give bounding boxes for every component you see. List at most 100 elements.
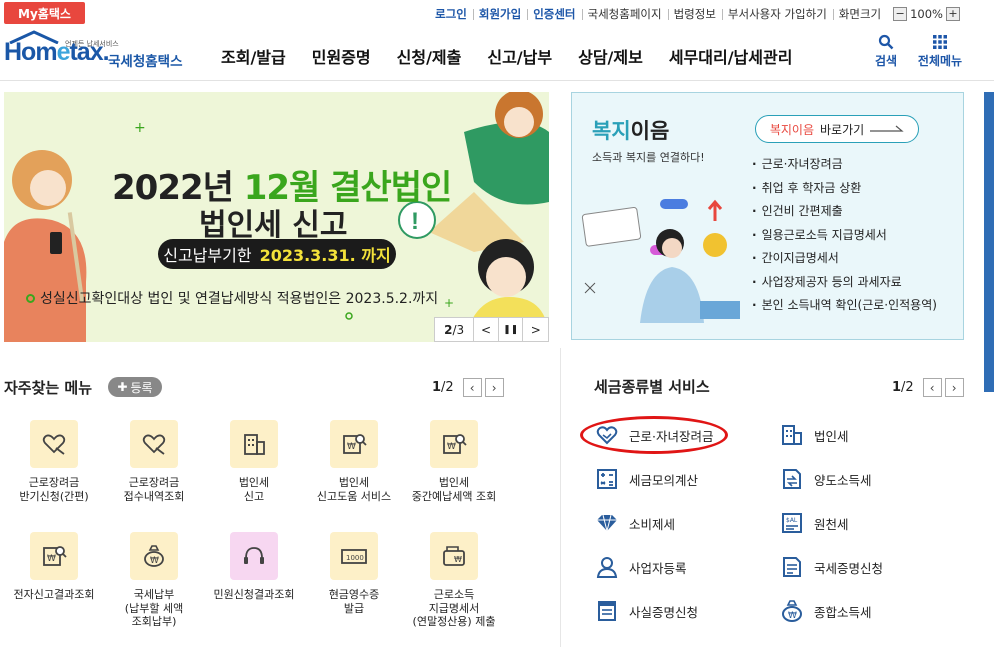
welfare-item[interactable]: 취업 후 학자금 상환 [752, 177, 937, 201]
favorite-item[interactable]: ₩ 국세납부 (납부할 세액 조회납부) [104, 532, 204, 629]
law-info-link[interactable]: 법령정보 [667, 6, 722, 22]
svg-text:₩: ₩ [447, 442, 456, 452]
welfare-subtitle: 소득과 복지를 연결하다! [592, 151, 705, 164]
header-divider [0, 80, 994, 81]
logo-korean-name: 국세청홈택스 [108, 54, 183, 70]
svg-text:1000: 1000 [346, 554, 364, 562]
search-icon [878, 34, 894, 50]
nav-consult-report[interactable]: 상담/제보 [565, 44, 656, 68]
banner-prev-button[interactable]: < [474, 318, 499, 341]
dept-user-signup-link[interactable]: 부서사용자 가입하기 [721, 6, 833, 22]
screen-size-label: 화면크기 [832, 6, 887, 22]
welfare-title: 복지이음 [592, 119, 670, 143]
welfare-item[interactable]: 인건비 간편제출 [752, 200, 937, 224]
search-button[interactable]: 검색 [869, 34, 903, 69]
certificate-center-link[interactable]: 인증센터 [527, 6, 581, 22]
favorite-item[interactable]: 1000 현금영수증 발급 [304, 532, 404, 615]
welfare-shortcut-button[interactable]: 복지이음 바로가기 [755, 115, 919, 143]
favorites-prev-button[interactable]: ‹ [462, 378, 482, 397]
login-link[interactable]: 로그인 [429, 6, 473, 22]
favorites-pager: 1/2 ‹ › [432, 378, 504, 397]
hometax-logo[interactable]: 언제든 납세서비스 Hometax. 국세청홈택스 [4, 30, 189, 75]
my-hometax-button[interactable]: My홈택스 [4, 2, 85, 24]
svg-text:+: + [444, 296, 454, 310]
tax-service-item[interactable]: 사업자등록 [595, 555, 687, 579]
banner-deadline-pill: 신고납부기한 2023.3.31. 까지 [158, 239, 396, 269]
receipt-icon: $AL [780, 511, 804, 535]
favorite-item[interactable]: 근로장려금 접수내역조회 [104, 420, 204, 503]
banner-note: 성실신고확인대상 법인 및 연결납세방식 적용법인은 2023.5.2.까지 [26, 288, 438, 308]
banner-page-indicator: 2/3 [435, 318, 475, 341]
svg-text:₩: ₩ [454, 555, 462, 564]
nav-application-submit[interactable]: 신청/제출 [384, 44, 475, 68]
welfare-item[interactable]: 근로·자녀장려금 [752, 153, 937, 177]
welfare-item[interactable]: 간이지급명세서 [752, 247, 937, 271]
tax-services-pager: 1/2 ‹ › [892, 378, 964, 397]
document-search-icon: ₩ [330, 420, 378, 468]
svg-text:!: ! [411, 208, 419, 235]
nav-report-payment[interactable]: 신고/납부 [474, 44, 565, 68]
tax-service-item[interactable]: 양도소득세 [780, 467, 872, 491]
favorites-title: 자주찾는 메뉴 [4, 379, 93, 397]
favorite-item[interactable]: ₩ 법인세 중간예납세액 조회 [404, 420, 504, 503]
zoom-out-button[interactable]: − [893, 7, 908, 21]
tax-service-item[interactable]: ₩ 종합소득세 [780, 599, 872, 623]
signup-link[interactable]: 회원가입 [472, 6, 527, 22]
building-icon [780, 423, 804, 447]
logo-wordmark: Hometax. [4, 38, 110, 66]
zoom-in-button[interactable]: + [946, 7, 960, 21]
tax-service-item[interactable]: $AL 원천세 [780, 511, 849, 535]
grid-menu-icon [933, 35, 947, 49]
document-search-icon: ₩ [430, 420, 478, 468]
wallet-icon: ₩ [430, 532, 478, 580]
all-menu-button[interactable]: 전체메뉴 [912, 34, 968, 69]
favorite-item[interactable]: ₩ 전자신고결과조회 [4, 532, 104, 602]
arrow-right-icon [870, 125, 904, 132]
nav-tax-agent[interactable]: 세무대리/납세관리 [656, 44, 806, 68]
section-divider [560, 348, 561, 647]
banner-pause-button[interactable]: ❚❚ [499, 318, 524, 341]
plus-icon: ✚ [117, 380, 128, 394]
main-banner[interactable]: ! + + 2022년 12월 결산법인 법인세 신고 신고납부기한 2023.… [4, 92, 549, 342]
nts-homepage-link[interactable]: 국세청홈페이지 [581, 6, 668, 22]
utility-bar: 로그인 회원가입 인증센터 국세청홈페이지 법령정보 부서사용자 가입하기 화면… [429, 4, 960, 24]
tax-service-item[interactable]: 법인세 [780, 423, 849, 447]
tax-service-item[interactable]: 세금모의계산 [595, 467, 698, 491]
svg-text:₩: ₩ [150, 556, 159, 566]
welfare-item[interactable]: 사업장제공자 등의 과세자료 [752, 271, 937, 295]
favorite-item[interactable]: ₩ 법인세 신고도움 서비스 [304, 420, 404, 503]
welfare-item[interactable]: 일용근로소득 지급명세서 [752, 224, 937, 248]
svg-text:₩: ₩ [47, 554, 56, 564]
welfare-link-panel: 복지이음 소득과 복지를 연결하다! 복지이음바로가기 근로·자녀장려금 취업 … [571, 92, 964, 340]
money-bag-icon: ₩ [130, 532, 178, 580]
svg-text:₩: ₩ [788, 611, 797, 621]
tax-services-page-indicator: 1/2 [892, 380, 914, 395]
favorite-item[interactable]: 법인세 신고 [204, 420, 304, 503]
tax-services-next-button[interactable]: › [944, 378, 964, 397]
zoom-control: − 100% + [887, 7, 960, 21]
heart-hand-icon [30, 420, 78, 468]
favorite-item[interactable]: 근로장려금 반기신청(간편) [4, 420, 104, 503]
tax-services-title: 세금종류별 서비스 [594, 378, 710, 396]
document-icon [595, 599, 619, 623]
svg-text:₩: ₩ [347, 442, 356, 452]
banner-subheadline: 법인세 신고 [199, 208, 348, 243]
svg-text:$AL: $AL [786, 517, 798, 524]
tax-service-item[interactable]: 사실증명신청 [595, 599, 698, 623]
tax-service-item[interactable]: 국세증명신청 [780, 555, 883, 579]
welfare-item[interactable]: 본인 소득내역 확인(근로·인적용역) [752, 294, 937, 318]
nav-inquiry-issue[interactable]: 조회/발급 [208, 44, 299, 68]
favorites-add-button[interactable]: ✚ 등록 [108, 377, 162, 397]
banner-next-button[interactable]: > [523, 318, 548, 341]
favorites-next-button[interactable]: › [484, 378, 504, 397]
nav-civil-certificate[interactable]: 민원증명 [299, 44, 384, 68]
favorite-item[interactable]: ₩ 근로소득 지급명세서 (연말정산용) 제출 [404, 532, 504, 629]
green-ring-icon [26, 294, 35, 303]
tax-services-prev-button[interactable]: ‹ [922, 378, 942, 397]
main-nav: 조회/발급 민원증명 신청/제출 신고/납부 상담/제보 세무대리/납세관리 [208, 44, 805, 68]
receipt-icon: 1000 [330, 532, 378, 580]
side-quick-tab[interactable] [984, 92, 994, 392]
red-highlight-annotation [580, 416, 728, 454]
favorite-item[interactable]: 민원신청결과조회 [204, 532, 304, 602]
tax-service-item[interactable]: 소비제세 [595, 511, 675, 535]
